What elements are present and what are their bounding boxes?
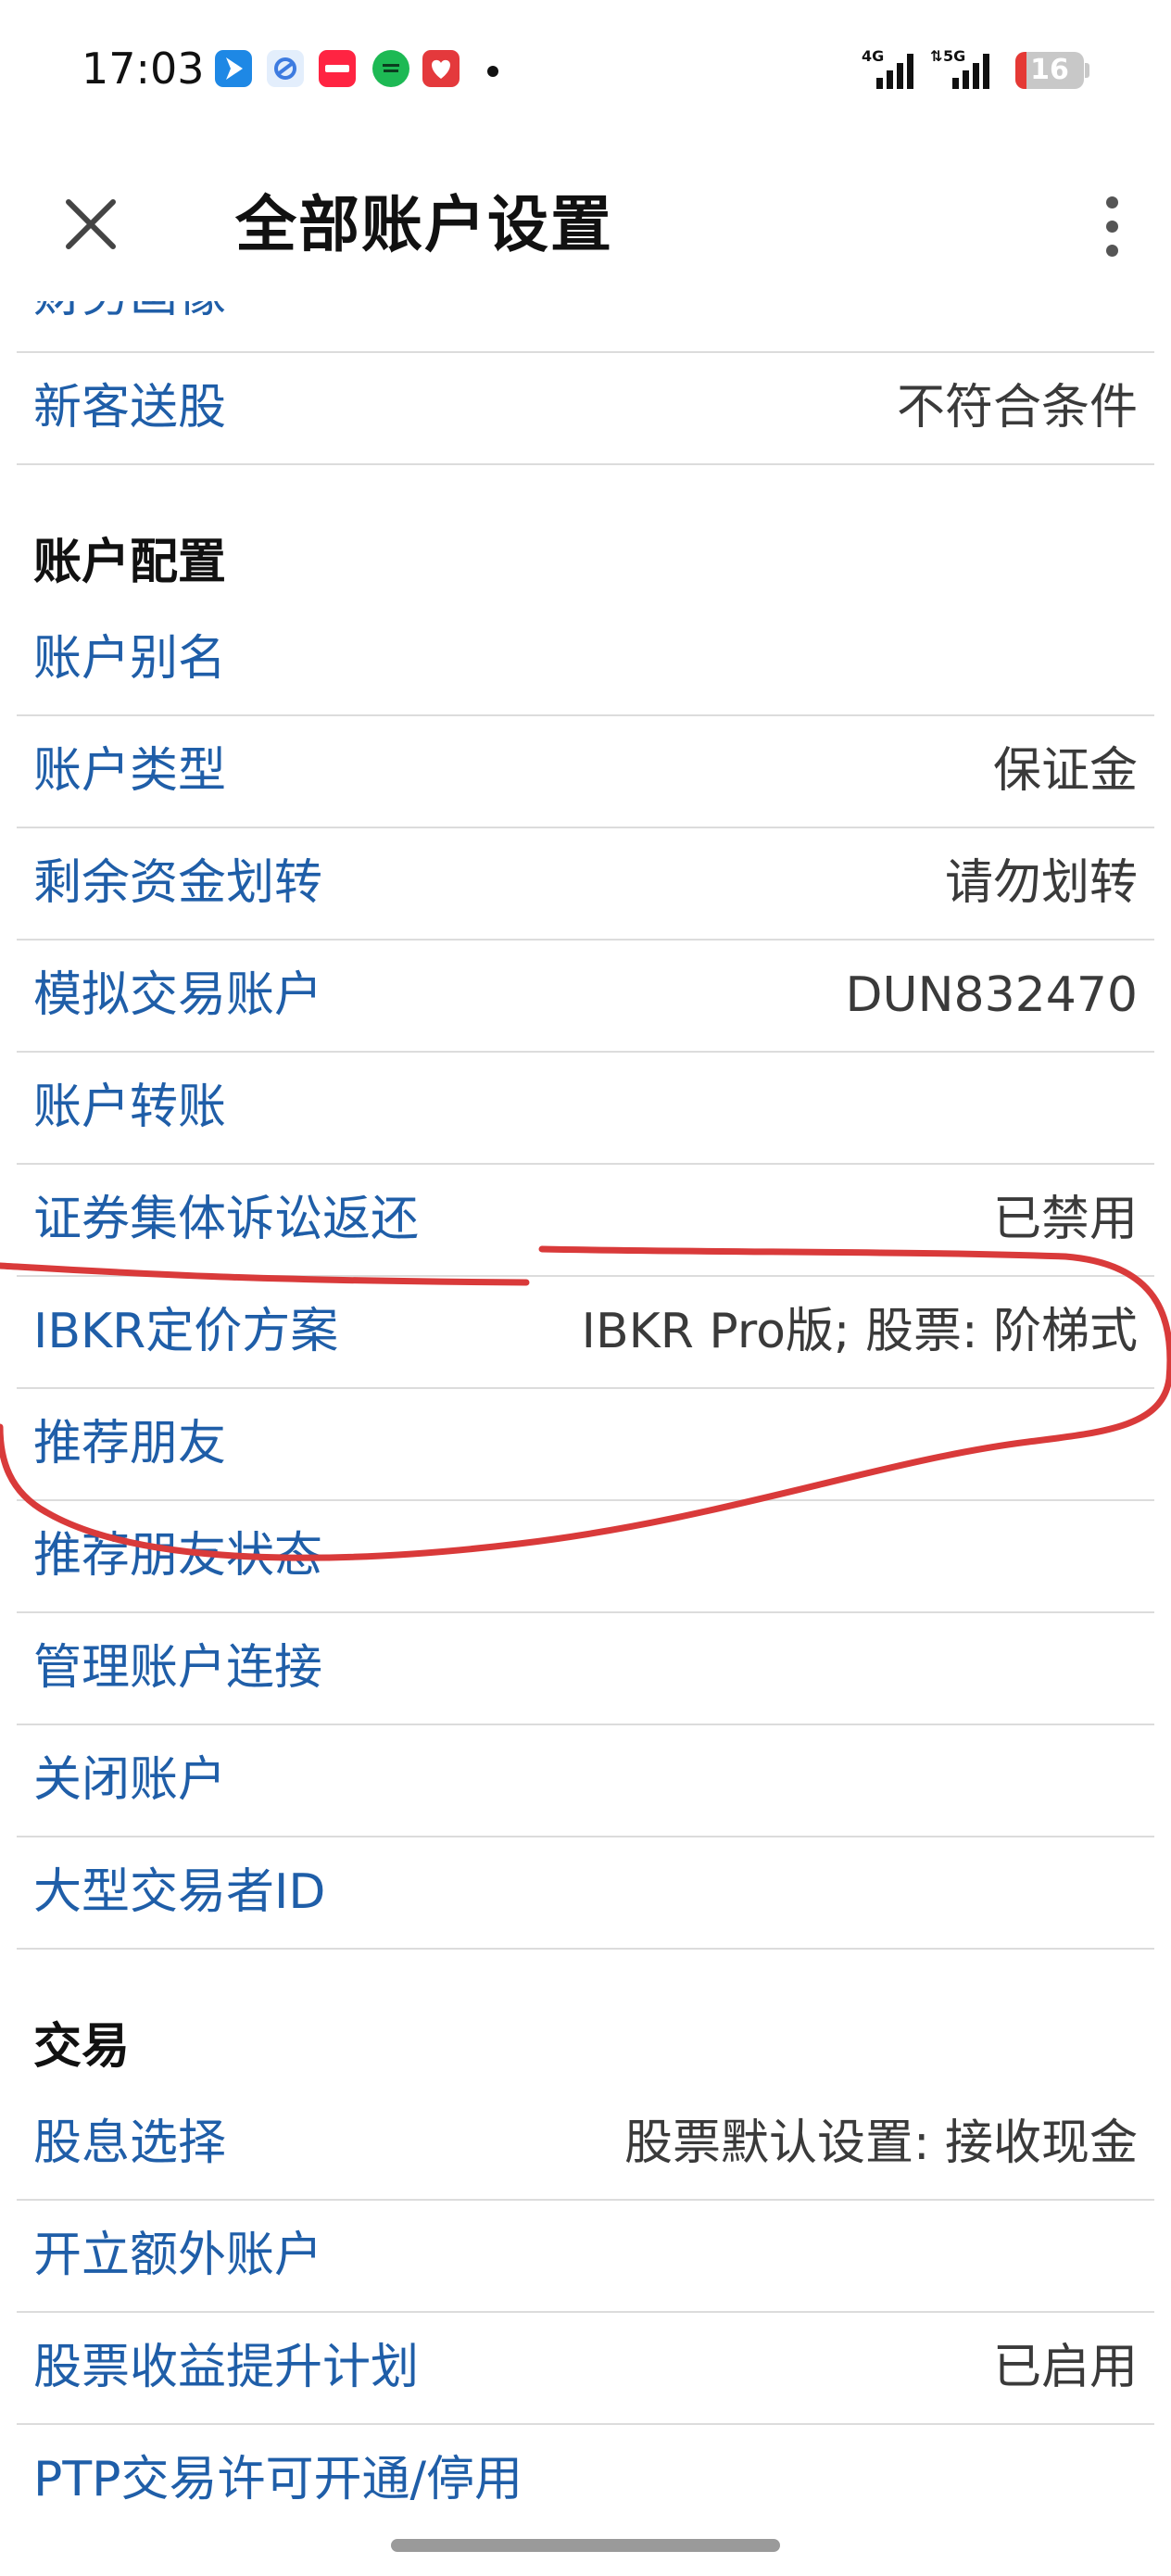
row-label: 管理账户连接 — [33, 1640, 323, 1696]
home-indicator[interactable] — [391, 2539, 780, 2552]
app-header: 全部账户设置 — [0, 139, 1171, 301]
list-item-referral-status[interactable]: 推荐朋友状态 — [17, 1501, 1154, 1613]
battery-icon: 16 — [1015, 52, 1084, 89]
shopping-app-icon — [422, 50, 460, 87]
row-label: 账户别名 — [33, 631, 227, 687]
row-value: 请勿划转 — [944, 855, 1138, 911]
row-label: 新客送股 — [33, 380, 227, 436]
row-value: 股票默认设置: 接收现金 — [623, 2115, 1138, 2171]
row-label: 大型交易者ID — [33, 1864, 326, 1920]
list-item-new-client-stock[interactable]: 新客送股 不符合条件 — [17, 353, 1154, 465]
settings-list[interactable]: 财务画像 新客送股 不符合条件 账户配置 账户别名 账户类型 保证金 剩余资金划… — [0, 301, 1171, 2530]
row-label: 股息选择 — [33, 2115, 227, 2171]
swirl-app-icon — [267, 50, 304, 87]
list-item-large-trader-id[interactable]: 大型交易者ID — [17, 1837, 1154, 1950]
signal-4g-icon: 4G — [862, 46, 917, 96]
row-label: IBKR定价方案 — [33, 1304, 339, 1359]
direction-app-icon — [215, 50, 252, 87]
svg-text:⇅: ⇅ — [930, 47, 942, 65]
list-item-refer-friend[interactable]: 推荐朋友 — [17, 1389, 1154, 1501]
list-item-ptp-trading-permission[interactable]: PTP交易许可开通/停用 — [17, 2425, 1154, 2530]
page-title: 全部账户设置 — [235, 189, 613, 260]
row-value: 不符合条件 — [896, 380, 1138, 436]
row-value: 已启用 — [992, 2340, 1138, 2395]
list-item-financial-profile[interactable]: 财务画像 — [17, 301, 1154, 353]
row-value: IBKR Pro版; 股票: 阶梯式 — [581, 1304, 1138, 1359]
more-notifications-icon — [487, 66, 498, 77]
row-label: 剩余资金划转 — [33, 855, 323, 911]
row-label: 推荐朋友状态 — [33, 1528, 323, 1584]
list-item-account-type[interactable]: 账户类型 保证金 — [17, 716, 1154, 828]
list-item-account-transfer[interactable]: 账户转账 — [17, 1053, 1154, 1165]
row-label: 账户类型 — [33, 743, 227, 799]
battery-tip — [1085, 63, 1089, 78]
section-title-trading: 交易 — [33, 2019, 131, 2075]
status-time: 17:03 — [82, 44, 205, 94]
row-label: 推荐朋友 — [33, 1416, 227, 1471]
row-label: 开立额外账户 — [33, 2228, 323, 2283]
list-item-excess-funds-sweep[interactable]: 剩余资金划转 请勿划转 — [17, 828, 1154, 941]
row-label: 账户转账 — [33, 1080, 227, 1135]
list-item-pricing-plan[interactable]: IBKR定价方案 IBKR Pro版; 股票: 阶梯式 — [17, 1277, 1154, 1389]
more-options-button[interactable] — [1084, 185, 1140, 269]
row-label: 关闭账户 — [33, 1752, 227, 1808]
close-button[interactable] — [54, 187, 128, 261]
list-item-dividend-election[interactable]: 股息选择 股票默认设置: 接收现金 — [17, 2089, 1154, 2201]
svg-text:5G: 5G — [943, 47, 965, 65]
row-label: PTP交易许可开通/停用 — [33, 2452, 523, 2507]
list-item-class-action-claims[interactable]: 证券集体诉讼返还 已禁用 — [17, 1165, 1154, 1277]
signal-5g-icon: ⇅ 5G — [930, 46, 995, 96]
list-item-paper-trading-account[interactable]: 模拟交易账户 DUN832470 — [17, 941, 1154, 1053]
row-label: 模拟交易账户 — [33, 967, 323, 1023]
row-value: DUN832470 — [845, 967, 1138, 1023]
more-vert-icon — [1106, 196, 1118, 208]
row-value: 保证金 — [992, 743, 1138, 799]
list-item-open-additional-account[interactable]: 开立额外账户 — [17, 2201, 1154, 2313]
list-item-close-account[interactable]: 关闭账户 — [17, 1725, 1154, 1837]
status-bar: 17:03 4G ⇅ 5G 16 — [0, 0, 1171, 139]
svg-text:4G: 4G — [862, 47, 884, 65]
row-value: 已禁用 — [992, 1192, 1138, 1247]
list-item-account-alias[interactable]: 账户别名 — [17, 604, 1154, 716]
battery-level: 16 — [1030, 54, 1069, 86]
xiaohongshu-icon — [319, 50, 356, 87]
row-label: 证券集体诉讼返还 — [33, 1192, 420, 1247]
close-icon — [66, 199, 116, 249]
section-title-account: 账户配置 — [33, 535, 227, 590]
row-label: 财务画像 — [33, 301, 226, 351]
list-item-manage-account-links[interactable]: 管理账户连接 — [17, 1613, 1154, 1725]
list-item-stock-yield-enhancement[interactable]: 股票收益提升计划 已启用 — [17, 2313, 1154, 2425]
row-label: 股票收益提升计划 — [33, 2340, 420, 2395]
chat-app-icon — [372, 50, 409, 87]
